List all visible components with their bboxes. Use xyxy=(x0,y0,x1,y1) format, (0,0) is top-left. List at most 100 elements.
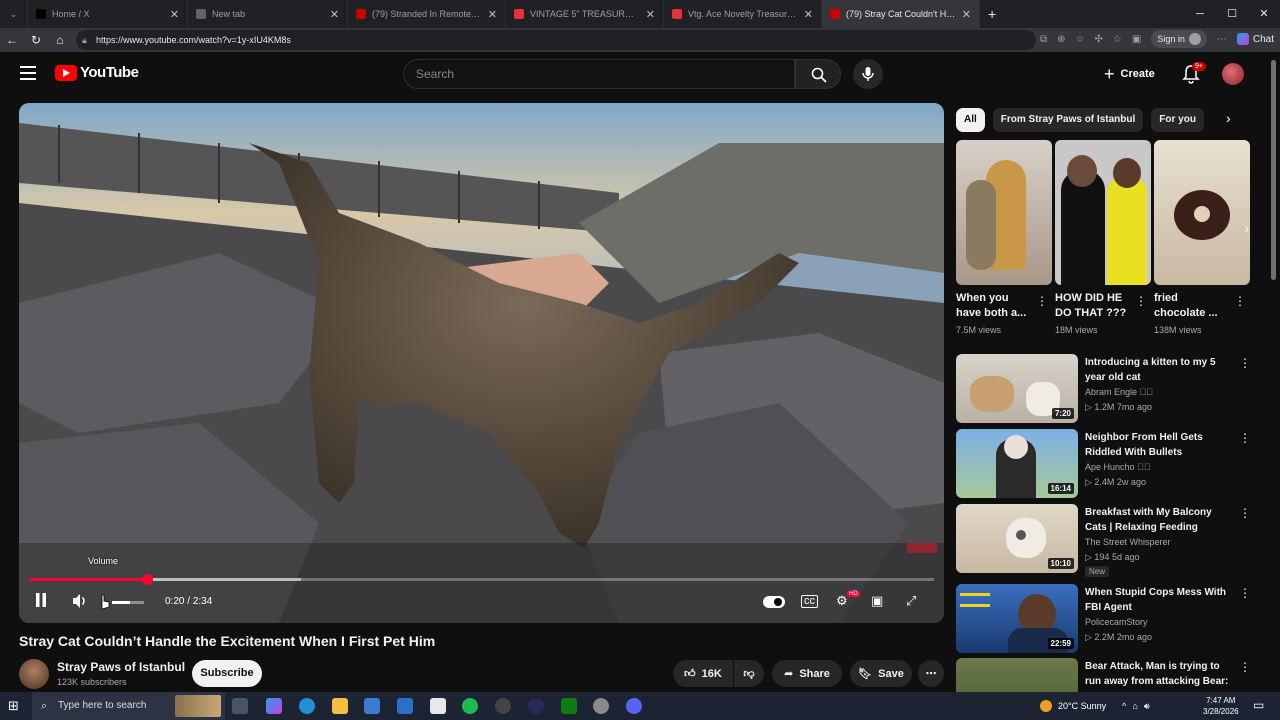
save-button[interactable]: 🔖︎ Save xyxy=(850,660,912,687)
sign-in-button[interactable]: Sign in xyxy=(1151,30,1207,48)
close-tab-icon[interactable]: ✕ xyxy=(804,8,813,21)
file-explorer-icon[interactable] xyxy=(332,698,348,714)
more-vertical-icon[interactable]: ⋮ xyxy=(1135,294,1147,308)
voice-search-button[interactable] xyxy=(853,59,883,89)
app-icon[interactable] xyxy=(495,698,511,714)
copilot-chat-button[interactable]: Chat xyxy=(1236,33,1274,45)
subscribe-button[interactable]: Subscribe xyxy=(192,660,262,687)
more-menu-icon[interactable]: ⋯ xyxy=(1217,34,1227,45)
back-button[interactable]: ← xyxy=(0,33,24,47)
browser-tab[interactable]: New tab ✕ xyxy=(188,0,348,28)
discord-icon[interactable] xyxy=(626,698,642,714)
related-video-item[interactable]: Bear Attack, Man is trying to run away f… xyxy=(956,658,1256,692)
taskbar-search-input[interactable]: ⌕ Type here to search xyxy=(32,692,225,720)
address-bar[interactable]: 🔒︎ https://www.youtube.com/watch?v=1y-xI… xyxy=(76,30,1036,50)
close-window-button[interactable]: ✕ xyxy=(1248,0,1280,28)
close-tab-icon[interactable]: ✕ xyxy=(962,8,971,21)
more-vertical-icon[interactable]: ⋮ xyxy=(1234,294,1246,308)
close-tab-icon[interactable]: ✕ xyxy=(646,8,655,21)
notepad-icon[interactable] xyxy=(430,698,446,714)
browser-tab[interactable]: Home / X ✕ xyxy=(28,0,188,28)
scrollbar-thumb[interactable] xyxy=(1271,60,1276,280)
short-item[interactable]: When you have both a... 7.5M views ⋮ xyxy=(956,140,1052,335)
captions-button[interactable]: cc xyxy=(801,595,818,608)
favorites-icon[interactable]: ☆ xyxy=(1113,34,1122,45)
more-actions-button[interactable]: ⋯ xyxy=(918,660,944,687)
spotify-icon[interactable] xyxy=(462,698,478,714)
xbox-icon[interactable] xyxy=(561,698,577,714)
related-video-item[interactable]: 10:10 Breakfast with My Balcony Cats | R… xyxy=(956,504,1256,577)
shorts-next-icon[interactable]: › xyxy=(1235,214,1259,242)
chips-next-icon[interactable]: › xyxy=(1226,110,1231,126)
channel-avatar[interactable] xyxy=(19,659,49,689)
weather-text[interactable]: 20°C Sunny xyxy=(1058,701,1106,711)
filter-chip[interactable]: For you xyxy=(1151,108,1204,132)
mute-button[interactable] xyxy=(72,593,88,612)
miniplayer-button[interactable]: ▣ xyxy=(871,593,883,609)
favorite-star-icon[interactable]: ☆ xyxy=(1076,34,1085,45)
taskbar-clock[interactable]: 7:47 AM 3/28/2026 xyxy=(1203,695,1239,717)
short-item[interactable]: HOW DID HE DO THAT ??? 18M views ⋮ xyxy=(1055,140,1151,335)
progress-bar[interactable] xyxy=(29,574,934,585)
more-vertical-icon[interactable]: ⋮ xyxy=(1036,294,1048,308)
notification-center-icon[interactable]: ▭ xyxy=(1253,698,1264,712)
autoplay-toggle[interactable] xyxy=(763,596,785,608)
like-button[interactable]: 👍︎ 16K xyxy=(673,660,733,687)
related-video-item[interactable]: 7:20 Introducing a kitten to my 5 year o… xyxy=(956,354,1256,426)
dislike-button[interactable]: 👎︎ xyxy=(734,660,764,687)
account-avatar[interactable] xyxy=(1222,63,1244,85)
close-tab-icon[interactable]: ✕ xyxy=(330,8,339,21)
search-button[interactable] xyxy=(795,59,841,89)
youtube-logo[interactable]: YouTube xyxy=(55,64,139,81)
chevron-up-icon[interactable]: ^ xyxy=(1122,701,1126,711)
speaker-icon[interactable]: 🔊︎ xyxy=(1144,701,1150,712)
network-icon[interactable]: ⌂ xyxy=(1132,701,1137,711)
store-icon[interactable] xyxy=(364,698,380,714)
settings-button[interactable]: ⚙ xyxy=(836,593,848,609)
related-video-item[interactable]: ▬▬▬ ▬▬▬ 22:59 When Stupid Cops Mess With … xyxy=(956,584,1256,656)
more-vertical-icon[interactable]: ⋮ xyxy=(1239,431,1251,445)
app-icon[interactable] xyxy=(528,698,544,714)
video-player[interactable]: Volume 0:20 / 2:34 cc ⚙ HD ▣ ⤢ xyxy=(19,103,944,623)
hamburger-menu-icon[interactable] xyxy=(20,66,36,80)
filter-chip[interactable]: All xyxy=(956,108,985,132)
more-vertical-icon[interactable]: ⋮ xyxy=(1239,586,1251,600)
more-vertical-icon[interactable]: ⋮ xyxy=(1239,660,1251,674)
extensions-icon[interactable]: ✣ xyxy=(1095,34,1103,45)
channel-name[interactable]: Stray Paws of Istanbul xyxy=(57,660,185,674)
close-tab-icon[interactable]: ✕ xyxy=(488,8,497,21)
browser-tab[interactable]: (79) Stranded In Remote Mountain ✕ xyxy=(348,0,506,28)
tab-actions-button[interactable]: ⌄ xyxy=(0,0,28,28)
windows-start-button[interactable]: ⊞ xyxy=(8,698,19,714)
page-scrollbar[interactable] xyxy=(1268,52,1280,692)
minimize-button[interactable]: ─ xyxy=(1184,0,1216,28)
fullscreen-button[interactable]: ⤢ xyxy=(906,593,916,609)
task-view-icon[interactable] xyxy=(232,698,248,714)
thumbnail-overlay-art: ▬▬▬ ▬▬▬ xyxy=(960,588,990,610)
home-button[interactable]: ⌂ xyxy=(48,33,72,47)
browser-tab[interactable]: Vtg. Ace Novelty Treasure Troll Do ✕ xyxy=(664,0,822,28)
new-tab-button[interactable]: + xyxy=(980,0,1004,28)
edge-browser-icon[interactable] xyxy=(299,698,315,714)
search-input[interactable]: Search xyxy=(403,59,795,89)
maximize-button[interactable]: ☐ xyxy=(1216,0,1248,28)
zoom-icon[interactable]: ⊕ xyxy=(1057,34,1065,45)
more-vertical-icon[interactable]: ⋮ xyxy=(1239,356,1251,370)
share-button[interactable]: ➦ Share xyxy=(772,660,842,687)
pause-button[interactable] xyxy=(35,593,47,610)
app-available-icon[interactable]: ⧉ xyxy=(1040,34,1047,45)
filter-chip[interactable]: From Stray Paws of Istanbul xyxy=(992,108,1144,132)
create-button[interactable]: + Create xyxy=(1104,62,1155,86)
copilot-taskbar-icon[interactable] xyxy=(266,698,282,714)
progress-scrubber[interactable] xyxy=(141,574,153,585)
more-vertical-icon[interactable]: ⋮ xyxy=(1239,506,1251,520)
collections-icon[interactable]: ▣ xyxy=(1132,34,1141,45)
browser-tab[interactable]: (79) Stray Cat Couldn't Handle ✕ xyxy=(822,0,980,28)
close-tab-icon[interactable]: ✕ xyxy=(170,8,179,21)
reload-button[interactable]: ↻ xyxy=(24,33,48,47)
mail-icon[interactable] xyxy=(397,698,413,714)
browser-tab[interactable]: VINTAGE 5" TREASURE TROLL DOLL ✕ xyxy=(506,0,664,28)
volume-slider[interactable] xyxy=(112,601,144,604)
app-icon[interactable] xyxy=(593,698,609,714)
related-video-item[interactable]: 16:14 Neighbor From Hell Gets Riddled Wi… xyxy=(956,429,1256,501)
